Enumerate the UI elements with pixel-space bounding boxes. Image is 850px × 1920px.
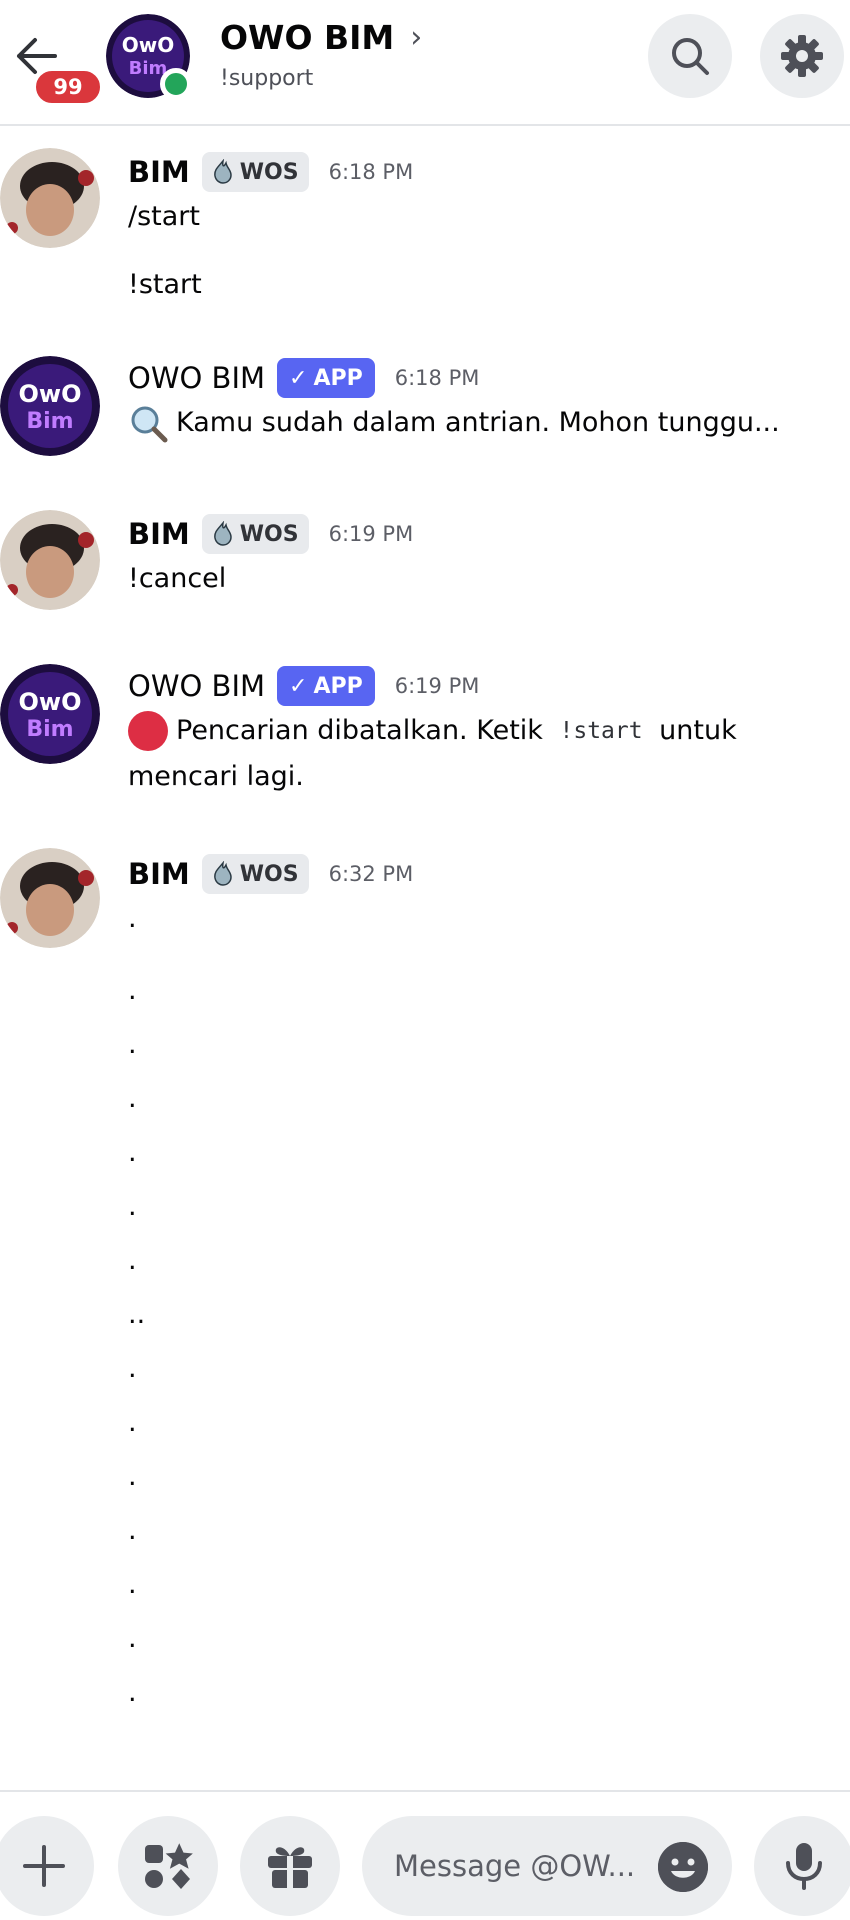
user-avatar-image [0,510,100,610]
user-avatar-image [0,148,100,248]
message-text: /start [128,201,200,232]
message-text: . [128,1461,137,1492]
chat-header: 99 OwO Bim OWO BIM › !support [0,0,850,126]
flame-icon [213,521,232,546]
avatar[interactable]: OwO Bim [0,664,100,764]
message-text: .. [128,1299,146,1330]
message-text: !start [128,269,202,300]
message-body: Pencarian dibatalkan. Ketik !start untuk [128,708,737,754]
message-input[interactable] [394,1849,634,1883]
svg-text:Bim: Bim [26,717,73,742]
user-avatar-image [0,848,100,948]
apps-button[interactable] [118,1816,218,1916]
message-text: . [128,1029,137,1060]
message-text: !cancel [128,563,227,594]
message-author[interactable]: BIM [128,517,190,551]
microphone-icon [786,1843,822,1890]
svg-text:Bim: Bim [26,409,73,434]
message-header: BIM WOS 6:32 PM [128,852,413,896]
page-title: OWO BIM [220,18,395,57]
clan-tag-label: WOS [239,861,299,887]
gift-button[interactable] [240,1816,340,1916]
message-text: Pencarian dibatalkan. Ketik [176,715,552,746]
flame-icon [213,159,232,184]
flame-icon [213,861,232,886]
bot-avatar-image: OwO Bim [0,664,100,764]
avatar[interactable] [0,148,100,248]
message-timestamp: 6:19 PM [328,522,414,546]
message-composer [0,1790,850,1920]
message-timestamp: 6:19 PM [394,674,480,698]
gear-icon [781,35,823,77]
clan-tag-label: WOS [239,521,299,547]
red-circle-icon [128,711,168,751]
message-header: BIM WOS 6:19 PM [128,512,413,556]
avatar[interactable] [0,848,100,948]
message-text: untuk [650,715,737,746]
checkmark-icon: ✓ [289,365,308,391]
unread-badge: 99 [32,67,104,107]
emoji-button[interactable] [658,1842,708,1892]
channel-title[interactable]: OWO BIM › [220,18,422,57]
message-text: . [128,1191,137,1222]
clan-tag: WOS [201,514,309,554]
message-text: . [128,975,137,1006]
search-button[interactable] [648,14,732,98]
avatar[interactable]: OwO Bim [0,356,100,456]
app-tag: ✓ APP [277,666,375,706]
settings-button[interactable] [760,14,844,98]
inline-code: !start [559,718,643,744]
clan-tag: WOS [201,152,309,192]
message-text: . [128,1515,137,1546]
message-author[interactable]: BIM [128,155,190,189]
online-status-indicator [160,68,192,100]
message-timestamp: 6:18 PM [394,366,480,390]
message-timestamp: 6:18 PM [328,160,414,184]
message-text: . [128,1083,137,1114]
chevron-right-icon: › [410,20,423,55]
emoji-icon [658,1842,708,1892]
message-text: . [128,903,137,934]
message-text: . [128,1407,137,1438]
app-tag-label: APP [313,673,363,699]
message-header: OWO BIM ✓ APP 6:19 PM [128,664,479,708]
message-author[interactable]: OWO BIM [128,361,265,395]
channel-subtitle: !support [220,66,314,91]
magnifier-icon [131,406,168,443]
search-icon [672,38,709,75]
message-author[interactable]: OWO BIM [128,669,265,703]
message-text: Kamu sudah dalam antrian. Mohon tunggu..… [176,407,780,438]
app-tag: ✓ APP [277,358,375,398]
plus-icon [23,1845,65,1887]
message-text: . [128,1245,137,1276]
message-author[interactable]: BIM [128,857,190,891]
checkmark-icon: ✓ [289,673,308,699]
avatar[interactable] [0,510,100,610]
svg-text:OwO: OwO [19,688,82,716]
bot-avatar-image: OwO Bim [0,356,100,456]
message-header: BIM WOS 6:18 PM [128,150,413,194]
message-text: . [128,1677,137,1708]
svg-text:OwO: OwO [122,33,174,57]
gift-icon [268,1847,312,1888]
app-tag-label: APP [313,365,363,391]
message-body: Kamu sudah dalam antrian. Mohon tunggu..… [128,400,780,446]
message-text: . [128,1569,137,1600]
clan-tag-label: WOS [239,159,299,185]
message-header: OWO BIM ✓ APP 6:18 PM [128,356,479,400]
message-timestamp: 6:32 PM [328,862,414,886]
voice-message-button[interactable] [754,1816,850,1916]
message-text: . [128,1623,137,1654]
message-input-container[interactable] [362,1816,732,1916]
svg-text:OwO: OwO [19,380,82,408]
message-text: mencari lagi. [128,761,304,792]
apps-icon [145,1843,193,1889]
message-text: . [128,1353,137,1384]
attach-button[interactable] [0,1816,94,1916]
message-text: . [128,1137,137,1168]
clan-tag: WOS [201,854,309,894]
